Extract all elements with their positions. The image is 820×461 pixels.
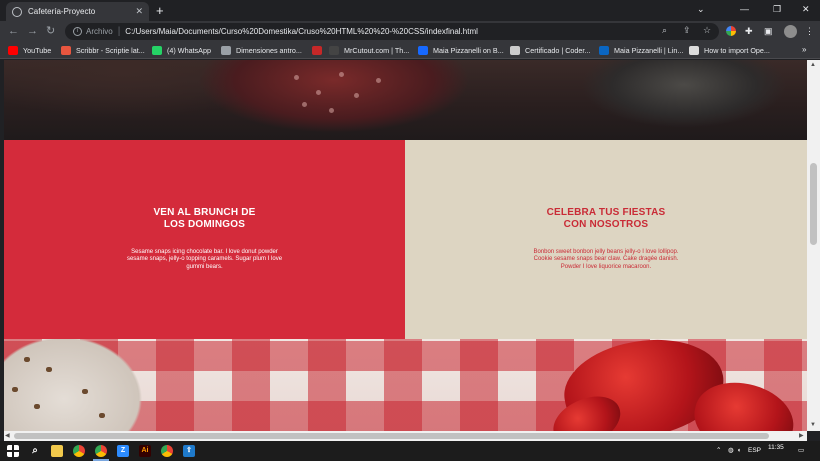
browser-tab[interactable]: Cafetería-Proyecto ✕: [6, 2, 149, 21]
tab-strip: Cafetería-Proyecto ✕ + ⌄ — ❐ ✕: [0, 0, 820, 21]
profile-avatar[interactable]: [784, 25, 797, 38]
volume-icon[interactable]: ◖: [737, 447, 741, 455]
brunch-description: Sesame snaps icing chocolate bar. I love…: [126, 249, 283, 270]
url-separator: |: [117, 26, 121, 37]
windows-taskbar: ⌕ Z Ai ⇧ ⌃ ◍ ◖ ESP 11:35 ▭: [0, 441, 820, 461]
parties-heading: CELEBRA TUS FIESTAS CON NOSOTROS: [546, 207, 666, 230]
chrome-second-icon[interactable]: [161, 445, 173, 457]
address-bar[interactable]: i Archivo | C:/Users/Maia/Documents/Curs…: [65, 23, 719, 40]
vertical-scrollbar[interactable]: ▲ ▼: [807, 60, 820, 431]
illustrator-icon[interactable]: Ai: [139, 445, 151, 457]
linkedin-icon: [599, 46, 609, 55]
bookmark-item[interactable]: (4) WhatsApp: [152, 44, 211, 57]
bookmark-label: MrCutout.com | Th...: [344, 46, 410, 55]
globe-icon: [12, 6, 22, 17]
scroll-right-arrow-icon[interactable]: ▶: [799, 432, 804, 439]
horizontal-scroll-thumb[interactable]: [14, 433, 769, 439]
parties-description: Bonbon sweet bonbon jelly beans jelly-o …: [533, 249, 679, 270]
scribbr-icon: [61, 46, 71, 55]
bookmarks-overflow-button[interactable]: »: [802, 45, 806, 54]
scroll-up-arrow-icon[interactable]: ▲: [810, 62, 816, 68]
zoom-app-icon[interactable]: Z: [117, 445, 129, 457]
bookmark-item[interactable]: [312, 44, 327, 57]
bookmark-label: Maia Pizzanelli on B...: [433, 46, 504, 55]
bookmark-label: Scribbr - Scriptie lat...: [76, 46, 145, 55]
bookmark-item[interactable]: Maia Pizzanelli on B...: [418, 44, 504, 57]
info-icon[interactable]: i: [73, 27, 82, 36]
tab-search-icon[interactable]: ⌄: [697, 3, 705, 15]
whatsapp-icon: [152, 46, 162, 55]
extension-color-icon[interactable]: [726, 26, 736, 36]
chrome-icon[interactable]: [73, 445, 85, 457]
bookmark-item[interactable]: Maia Pizzanelli | Lin...: [599, 44, 683, 57]
network-icon[interactable]: ◍: [728, 447, 734, 455]
bookmark-item[interactable]: Dimensiones antro...: [221, 44, 302, 57]
parties-panel: CELEBRA TUS FIESTAS CON NOSOTROS Bonbon …: [405, 140, 807, 339]
close-window-button[interactable]: ✕: [802, 3, 810, 15]
bookmark-item[interactable]: Certificado | Coder...: [510, 44, 590, 57]
windows-start-icon[interactable]: [7, 445, 19, 457]
close-tab-icon[interactable]: ✕: [135, 7, 143, 16]
brunch-panel: VEN AL BRUNCH DE LOS DOMINGOS Sesame sna…: [4, 140, 405, 339]
search-icon[interactable]: ⌕: [29, 445, 41, 457]
bookmark-item[interactable]: MrCutout.com | Th...: [329, 44, 409, 57]
mrcutout-icon: [329, 46, 339, 55]
bookmark-label: Maia Pizzanelli | Lin...: [614, 46, 684, 55]
back-arrow-icon[interactable]: ←: [8, 24, 19, 38]
menu-icon[interactable]: ⋮: [805, 25, 814, 37]
bookmarks-bar: YouTube Scribbr - Scriptie lat... (4) What…: [0, 42, 820, 59]
vertical-scroll-thumb[interactable]: [810, 163, 817, 245]
file-explorer-icon[interactable]: [51, 445, 63, 457]
language-indicator[interactable]: ESP: [748, 447, 761, 455]
restore-button[interactable]: ❐: [773, 3, 781, 15]
bookmark-label: Dimensiones antro...: [236, 46, 302, 55]
brunch-heading: VEN AL BRUNCH DE LOS DOMINGOS: [153, 207, 256, 230]
chrome-active-icon[interactable]: [93, 445, 109, 461]
globe-icon: [221, 46, 231, 55]
scroll-down-arrow-icon[interactable]: ▼: [810, 422, 816, 428]
bookmark-item[interactable]: How to import Ope...: [689, 44, 770, 57]
tab-title: Cafetería-Proyecto: [28, 7, 96, 16]
brunch-table-image: [4, 339, 807, 431]
page-viewport: VEN AL BRUNCH DE LOS DOMINGOS Sesame sna…: [4, 60, 807, 431]
bookmark-label: Certificado | Coder...: [525, 46, 591, 55]
cloud-icon: [689, 46, 699, 55]
clock[interactable]: 11:35: [768, 444, 784, 451]
new-tab-button[interactable]: +: [156, 3, 164, 18]
c-icon: [312, 46, 322, 55]
bookmark-label: How to import Ope...: [704, 46, 770, 55]
bookmark-item[interactable]: YouTube: [8, 44, 51, 57]
coder-icon: [510, 46, 520, 55]
browser-toolbar: ← → ↻ i Archivo | C:/Users/Maia/Document…: [0, 21, 820, 42]
bookmark-label: (4) WhatsApp: [167, 46, 211, 55]
url-text[interactable]: C:/Users/Maia/Documents/Curso%20Domestik…: [125, 27, 478, 36]
minimize-button[interactable]: —: [740, 3, 749, 15]
bookmark-item[interactable]: Scribbr - Scriptie lat...: [61, 44, 145, 57]
reload-icon[interactable]: ↻: [46, 24, 55, 38]
bookmark-label: YouTube: [23, 46, 52, 55]
tray-chevron-icon[interactable]: ⌃: [716, 447, 721, 455]
bookmark-star-icon[interactable]: ☆: [703, 24, 711, 36]
horizontal-scrollbar[interactable]: ◀ ▶: [4, 431, 807, 441]
side-panel-icon[interactable]: ▣: [764, 25, 773, 37]
upload-app-icon[interactable]: ⇧: [183, 445, 195, 457]
notifications-icon[interactable]: ▭: [798, 447, 804, 455]
share-icon[interactable]: ⇪: [683, 24, 691, 36]
zoom-search-icon[interactable]: ⌕: [662, 24, 667, 36]
forward-arrow-icon[interactable]: →: [27, 24, 38, 38]
strawberry-hero-image: [4, 60, 807, 140]
scroll-left-arrow-icon[interactable]: ◀: [5, 432, 10, 439]
scheme-label: Archivo: [86, 27, 113, 36]
youtube-icon: [8, 46, 18, 55]
behance-icon: [418, 46, 428, 55]
extensions-puzzle-icon[interactable]: ✚: [745, 25, 753, 37]
